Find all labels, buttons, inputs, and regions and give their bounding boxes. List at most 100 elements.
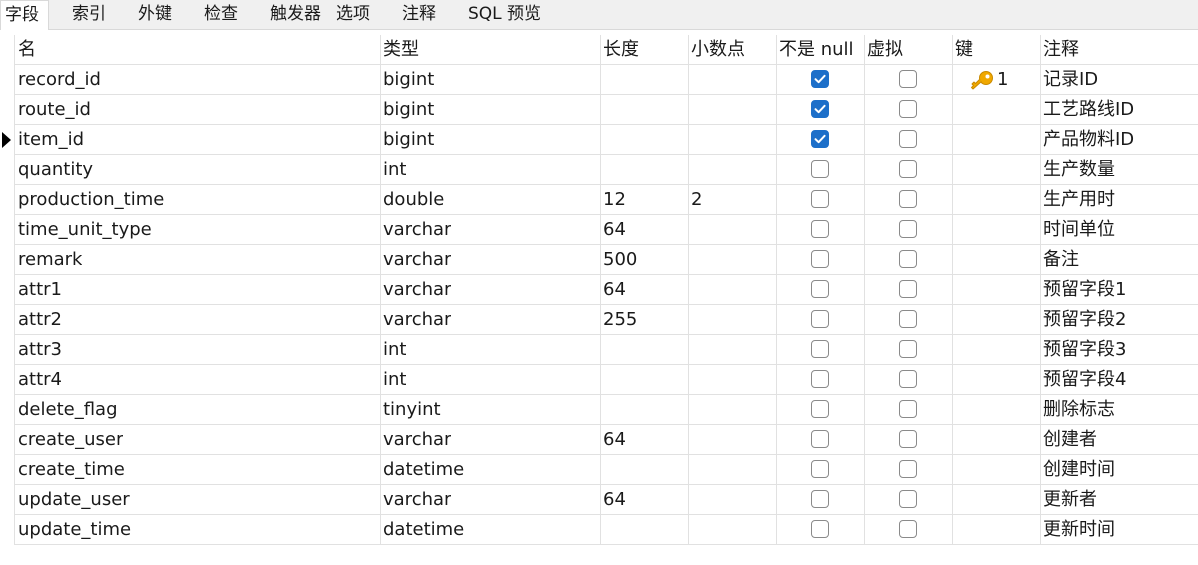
- field-type-cell[interactable]: varchar: [383, 245, 451, 275]
- table-row[interactable]: create_time datetime 创建时间: [0, 455, 1198, 485]
- not-null-checkbox[interactable]: [811, 520, 829, 538]
- virtual-checkbox[interactable]: [899, 430, 917, 448]
- field-type-cell[interactable]: datetime: [383, 515, 464, 545]
- field-length-cell[interactable]: 64: [603, 275, 626, 305]
- field-name-cell[interactable]: update_user: [18, 485, 130, 515]
- table-row[interactable]: quantity int 生产数量: [0, 155, 1198, 185]
- tab-fields[interactable]: 字段: [0, 0, 49, 30]
- field-name-cell[interactable]: route_id: [18, 95, 91, 125]
- field-type-cell[interactable]: varchar: [383, 425, 451, 455]
- virtual-checkbox[interactable]: [899, 520, 917, 538]
- field-length-cell[interactable]: 12: [603, 185, 626, 215]
- tab-checks[interactable]: 检查: [204, 0, 238, 29]
- field-length-cell[interactable]: 255: [603, 305, 637, 335]
- field-comment-cell[interactable]: 备注: [1043, 245, 1079, 275]
- not-null-checkbox[interactable]: [811, 490, 829, 508]
- field-comment-cell[interactable]: 生产用时: [1043, 185, 1115, 215]
- field-type-cell[interactable]: int: [383, 335, 406, 365]
- header-type[interactable]: 类型: [383, 35, 419, 65]
- field-length-cell[interactable]: 64: [603, 215, 626, 245]
- table-row[interactable]: update_user varchar 64 更新者: [0, 485, 1198, 515]
- field-comment-cell[interactable]: 预留字段1: [1043, 275, 1126, 305]
- header-name[interactable]: 名: [18, 35, 36, 65]
- field-name-cell[interactable]: attr1: [18, 275, 62, 305]
- field-name-cell[interactable]: item_id: [18, 125, 84, 155]
- tab-sql-preview[interactable]: SQL 预览: [468, 0, 541, 29]
- virtual-checkbox[interactable]: [899, 400, 917, 418]
- virtual-checkbox[interactable]: [899, 460, 917, 478]
- not-null-checkbox[interactable]: [811, 190, 829, 208]
- not-null-checkbox[interactable]: [811, 70, 829, 88]
- not-null-checkbox[interactable]: [811, 250, 829, 268]
- field-comment-cell[interactable]: 生产数量: [1043, 155, 1115, 185]
- field-comment-cell[interactable]: 删除标志: [1043, 395, 1115, 425]
- field-type-cell[interactable]: varchar: [383, 215, 451, 245]
- table-row[interactable]: update_time datetime 更新时间: [0, 515, 1198, 545]
- table-row[interactable]: attr4 int 预留字段4: [0, 365, 1198, 395]
- field-comment-cell[interactable]: 更新时间: [1043, 515, 1115, 545]
- field-type-cell[interactable]: varchar: [383, 275, 451, 305]
- tab-foreign-keys[interactable]: 外键: [138, 0, 172, 29]
- table-row[interactable]: attr3 int 预留字段3: [0, 335, 1198, 365]
- virtual-checkbox[interactable]: [899, 310, 917, 328]
- not-null-checkbox[interactable]: [811, 340, 829, 358]
- header-key[interactable]: 键: [955, 35, 973, 65]
- field-comment-cell[interactable]: 预留字段3: [1043, 335, 1126, 365]
- field-name-cell[interactable]: attr4: [18, 365, 62, 395]
- table-row[interactable]: time_unit_type varchar 64 时间单位: [0, 215, 1198, 245]
- field-type-cell[interactable]: datetime: [383, 455, 464, 485]
- tab-comment[interactable]: 注释: [402, 0, 436, 29]
- virtual-checkbox[interactable]: [899, 490, 917, 508]
- not-null-checkbox[interactable]: [811, 160, 829, 178]
- not-null-checkbox[interactable]: [811, 400, 829, 418]
- virtual-checkbox[interactable]: [899, 280, 917, 298]
- field-type-cell[interactable]: bigint: [383, 95, 434, 125]
- field-comment-cell[interactable]: 预留字段2: [1043, 305, 1126, 335]
- field-name-cell[interactable]: quantity: [18, 155, 93, 185]
- field-comment-cell[interactable]: 产品物料ID: [1043, 125, 1134, 155]
- field-name-cell[interactable]: delete_flag: [18, 395, 118, 425]
- virtual-checkbox[interactable]: [899, 220, 917, 238]
- field-type-cell[interactable]: tinyint: [383, 395, 441, 425]
- tab-triggers[interactable]: 触发器: [270, 0, 321, 29]
- not-null-checkbox[interactable]: [811, 430, 829, 448]
- table-row[interactable]: attr1 varchar 64 预留字段1: [0, 275, 1198, 305]
- table-row[interactable]: remark varchar 500 备注: [0, 245, 1198, 275]
- header-length[interactable]: 长度: [603, 35, 639, 65]
- field-decimals-cell[interactable]: 2: [691, 185, 702, 215]
- field-length-cell[interactable]: 64: [603, 485, 626, 515]
- virtual-checkbox[interactable]: [899, 250, 917, 268]
- table-row[interactable]: route_id bigint 工艺路线ID: [0, 95, 1198, 125]
- virtual-checkbox[interactable]: [899, 190, 917, 208]
- not-null-checkbox[interactable]: [811, 370, 829, 388]
- not-null-checkbox[interactable]: [811, 310, 829, 328]
- header-decimals[interactable]: 小数点: [691, 35, 745, 65]
- field-name-cell[interactable]: time_unit_type: [18, 215, 152, 245]
- not-null-checkbox[interactable]: [811, 460, 829, 478]
- field-type-cell[interactable]: varchar: [383, 305, 451, 335]
- field-type-cell[interactable]: double: [383, 185, 444, 215]
- field-comment-cell[interactable]: 创建者: [1043, 425, 1097, 455]
- table-row[interactable]: record_id bigint 记录ID 1: [0, 65, 1198, 95]
- field-length-cell[interactable]: 64: [603, 425, 626, 455]
- table-row[interactable]: item_id bigint 产品物料ID: [0, 125, 1198, 155]
- virtual-checkbox[interactable]: [899, 70, 917, 88]
- virtual-checkbox[interactable]: [899, 370, 917, 388]
- field-type-cell[interactable]: int: [383, 155, 406, 185]
- field-comment-cell[interactable]: 记录ID: [1043, 65, 1098, 95]
- field-type-cell[interactable]: bigint: [383, 65, 434, 95]
- field-name-cell[interactable]: create_user: [18, 425, 123, 455]
- field-name-cell[interactable]: attr2: [18, 305, 62, 335]
- table-row[interactable]: production_time double 12 2 生产用时: [0, 185, 1198, 215]
- not-null-checkbox[interactable]: [811, 100, 829, 118]
- field-type-cell[interactable]: varchar: [383, 485, 451, 515]
- field-comment-cell[interactable]: 工艺路线ID: [1043, 95, 1134, 125]
- field-name-cell[interactable]: attr3: [18, 335, 62, 365]
- not-null-checkbox[interactable]: [811, 130, 829, 148]
- field-type-cell[interactable]: int: [383, 365, 406, 395]
- field-name-cell[interactable]: create_time: [18, 455, 125, 485]
- table-row[interactable]: create_user varchar 64 创建者: [0, 425, 1198, 455]
- virtual-checkbox[interactable]: [899, 160, 917, 178]
- virtual-checkbox[interactable]: [899, 340, 917, 358]
- header-virtual[interactable]: 虚拟: [867, 35, 903, 65]
